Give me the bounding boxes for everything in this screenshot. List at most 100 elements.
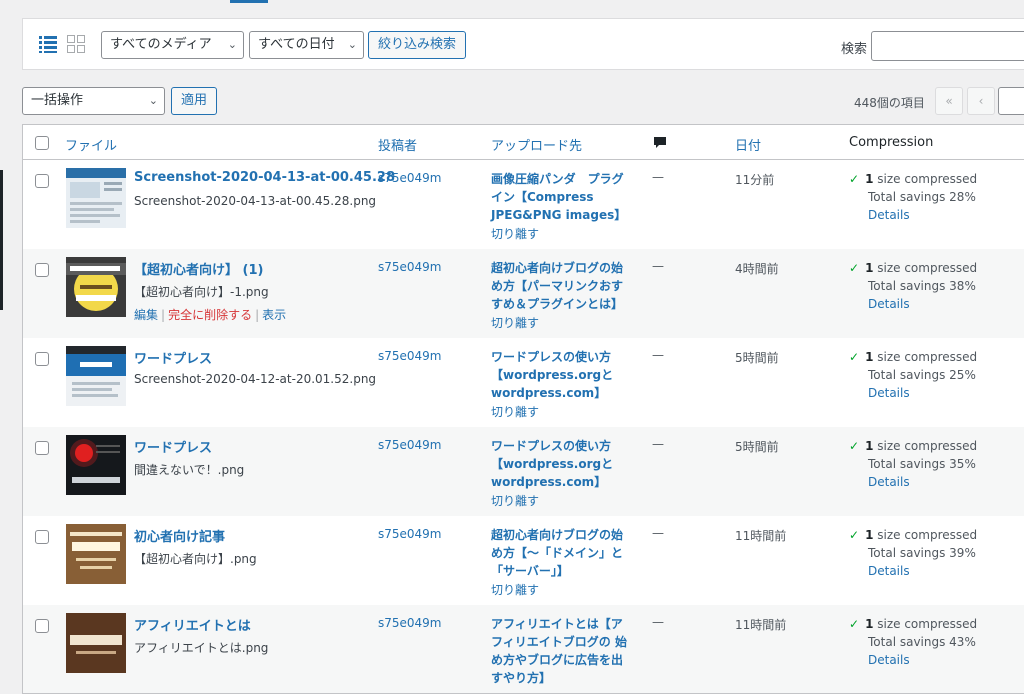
file-name: 【超初心者向け】-1.png — [134, 285, 269, 299]
author-link[interactable]: s75e049m — [378, 527, 442, 541]
author-link[interactable]: s75e049m — [378, 438, 442, 452]
view-link[interactable]: 表示 — [262, 308, 286, 322]
upload-date: 5時間前 — [735, 440, 779, 454]
author-link[interactable]: s75e049m — [378, 171, 442, 185]
media-title-link[interactable]: Screenshot-2020-04-13-at-00.45.28 — [134, 170, 395, 185]
file-name: Screenshot-2020-04-12-at-20.01.52.png — [134, 372, 377, 386]
chevron-down-icon: ⌄ — [227, 38, 237, 51]
row-checkbox[interactable] — [35, 441, 49, 455]
row-checkbox[interactable] — [35, 619, 49, 633]
compression-info: ✓ 1 size compressed Total savings 43% Det… — [849, 617, 978, 669]
details-link[interactable]: Details — [868, 206, 977, 224]
table-row: ワードプレス Screenshot-2020-04-12-at-20.01.52… — [23, 338, 1024, 427]
check-icon: ✓ — [849, 261, 860, 275]
uploaded-to-link[interactable]: 画像圧縮パンダ プラグ イン【Compress JPEG&PNG images】 — [491, 170, 641, 224]
chevron-down-icon: ⌄ — [347, 38, 357, 51]
column-date[interactable]: 日付 — [735, 135, 761, 154]
media-type-value: すべてのメディア — [110, 37, 212, 52]
check-icon: ✓ — [849, 172, 860, 186]
apply-button[interactable]: 適用 — [171, 87, 218, 115]
uploaded-to-link[interactable]: ワードプレスの使い方 【wordpress.orgと wordpress.com… — [491, 348, 641, 402]
search-input[interactable] — [871, 31, 1024, 61]
uploaded-to-link[interactable]: ワードプレスの使い方 【wordpress.orgと wordpress.com… — [491, 437, 641, 491]
list-view-icon[interactable] — [39, 35, 57, 53]
details-link[interactable]: Details — [868, 562, 977, 580]
thumbnail-wordpress[interactable] — [66, 346, 126, 406]
author-link[interactable]: s75e049m — [378, 349, 442, 363]
details-link[interactable]: Details — [868, 384, 977, 402]
current-page-input[interactable] — [998, 87, 1024, 115]
detach-link[interactable]: 切り離す — [491, 225, 539, 242]
row-checkbox[interactable] — [35, 352, 49, 366]
media-title-link[interactable]: ワードプレス — [134, 437, 212, 456]
thumbnail-permalink[interactable] — [66, 257, 126, 317]
details-link[interactable]: Details — [868, 651, 977, 669]
comment-count: — — [652, 170, 664, 184]
row-checkbox[interactable] — [35, 530, 49, 544]
row-checkbox[interactable] — [35, 174, 49, 188]
file-name: 【超初心者向け】.png — [134, 552, 257, 566]
media-filter-bar: すべてのメディア ⌄ すべての日付 ⌄ 絞り込み検索 検索 — [22, 18, 1024, 70]
compression-info: ✓ 1 size compressed Total savings 25% Det… — [849, 350, 978, 402]
media-title-link[interactable]: 【超初心者向け】 (1) — [134, 259, 263, 278]
comment-count: — — [652, 348, 664, 362]
column-uploaded-to[interactable]: アップロード先 — [491, 135, 582, 154]
media-title-link[interactable]: 初心者向け記事 — [134, 526, 225, 545]
date-select[interactable]: すべての日付 ⌄ — [249, 31, 364, 59]
comment-bubble-icon[interactable] — [653, 136, 667, 150]
thumbnail-dont-mistake[interactable] — [66, 435, 126, 495]
select-all-checkbox[interactable] — [35, 136, 49, 150]
detach-link[interactable]: 切り離す — [491, 581, 539, 598]
edit-link[interactable]: 編集 — [134, 308, 158, 322]
compression-info: ✓ 1 size compressed Total savings 35% Det… — [849, 439, 978, 491]
uploaded-to-link[interactable]: 超初心者向けブログの始 め方【〜「ドメイン」と 「サーバー」】 — [491, 526, 641, 580]
table-row: 初心者向け記事 【超初心者向け】.png s75e049m 超初心者向けブログの… — [23, 516, 1024, 605]
file-name: 間違えないで！.png — [134, 463, 245, 477]
row-checkbox[interactable] — [35, 263, 49, 277]
search-label: 検索 — [841, 42, 868, 57]
first-page-button[interactable]: « — [935, 87, 963, 115]
delete-permanently-link[interactable]: 完全に削除する — [168, 308, 252, 322]
thumbnail-beginners[interactable] — [66, 524, 126, 584]
column-author[interactable]: 投稿者 — [378, 135, 417, 154]
top-strip — [0, 0, 1024, 18]
author-link[interactable]: s75e049m — [378, 616, 442, 630]
thumbnail-screenshot[interactable] — [66, 168, 126, 228]
file-name: アフィリエイトとは.png — [134, 641, 269, 655]
upload-date: 11時間前 — [735, 618, 787, 632]
grid-view-icon[interactable] — [67, 35, 85, 53]
compression-info: ✓ 1 size compressed Total savings 38% Det… — [849, 261, 978, 313]
upload-date: 4時間前 — [735, 262, 779, 276]
prev-page-button[interactable]: ‹ — [967, 87, 995, 115]
upload-date: 11分前 — [735, 173, 775, 187]
compression-info: ✓ 1 size compressed Total savings 39% Det… — [849, 528, 978, 580]
bulk-action-select[interactable]: 一括操作 ⌄ — [22, 87, 165, 115]
details-link[interactable]: Details — [868, 473, 977, 491]
row-actions: 編集 | 完全に削除する | 表示 — [134, 308, 287, 322]
comment-count: — — [652, 437, 664, 451]
check-icon: ✓ — [849, 350, 860, 364]
upload-date: 11時間前 — [735, 529, 787, 543]
author-link[interactable]: s75e049m — [378, 260, 442, 274]
item-count: 448個の項目 — [854, 96, 925, 110]
uploaded-to-link[interactable]: 超初心者向けブログの始 め方【パーマリンクおす すめ＆プラグインとは】 — [491, 259, 641, 313]
media-table: ファイル 投稿者 アップロード先 日付 Compression Screensh… — [22, 124, 1024, 694]
column-file[interactable]: ファイル — [65, 135, 117, 154]
table-row: アフィリエイトとは アフィリエイトとは.png s75e049m アフィリエイト… — [23, 605, 1024, 693]
uploaded-to-link[interactable]: アフィリエイトとは【ア フィリエイトブログの 始 め方やブログに広告を出 すやり… — [491, 615, 641, 687]
media-title-link[interactable]: アフィリエイトとは — [134, 615, 251, 634]
detach-link[interactable]: 切り離す — [491, 314, 539, 331]
detach-link[interactable]: 切り離す — [491, 403, 539, 420]
comment-count: — — [652, 259, 664, 273]
active-tab-indicator — [230, 0, 268, 3]
filter-button[interactable]: 絞り込み検索 — [368, 31, 467, 59]
compression-info: ✓ 1 size compressed Total savings 28% Det… — [849, 172, 978, 224]
details-link[interactable]: Details — [868, 295, 977, 313]
media-type-select[interactable]: すべてのメディア ⌄ — [101, 31, 244, 59]
media-title-link[interactable]: ワードプレス — [134, 348, 212, 367]
admin-sidebar-edge — [0, 170, 3, 310]
thumbnail-affiliate[interactable] — [66, 613, 126, 673]
file-name: Screenshot-2020-04-13-at-00.45.28.png — [134, 194, 377, 208]
detach-link[interactable]: 切り離す — [491, 492, 539, 509]
comment-count: — — [652, 615, 664, 629]
